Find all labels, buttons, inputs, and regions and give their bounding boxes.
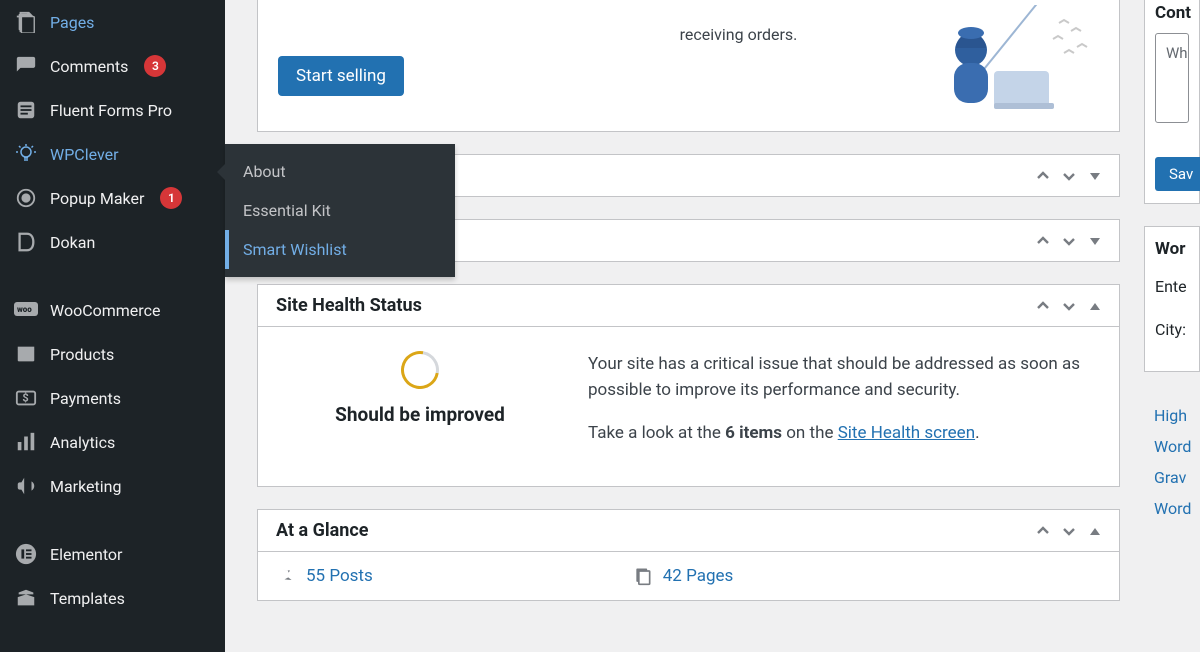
submenu-smart-wishlist[interactable]: Smart Wishlist <box>225 230 455 269</box>
form-icon <box>14 98 38 122</box>
templates-icon <box>14 586 38 610</box>
sidebar-item-analytics[interactable]: Analytics <box>0 420 225 464</box>
bulb-icon <box>14 142 38 166</box>
svg-text:$: $ <box>22 392 28 405</box>
sidebar-item-wpclever[interactable]: WPClever <box>0 132 225 176</box>
rhs-card1-title: Cont <box>1155 3 1189 23</box>
panel-down-icon[interactable] <box>1059 166 1079 186</box>
sidebar-item-label: WooCommerce <box>50 301 160 320</box>
hero-panel: receiving orders. Start selling <box>257 0 1120 132</box>
site-health-panel: Site Health Status Should be improved Yo… <box>257 284 1120 487</box>
site-health-status: Should be improved <box>280 403 560 426</box>
rhs-card1-input[interactable]: Wh <box>1155 33 1189 123</box>
panel-up-icon[interactable] <box>1033 521 1053 541</box>
panel-down-icon[interactable] <box>1059 231 1079 251</box>
panel-down-icon[interactable] <box>1059 521 1079 541</box>
rhs-link-3[interactable]: Grav <box>1154 468 1190 487</box>
rhs-link-1[interactable]: High <box>1154 406 1190 425</box>
panel-up-icon[interactable] <box>1033 296 1053 316</box>
at-a-glance-title: At a Glance <box>276 520 368 541</box>
hero-tail-text: receiving orders. <box>278 25 899 44</box>
payments-icon: $ <box>14 386 38 410</box>
sidebar-item-popupmaker[interactable]: Popup Maker 1 <box>0 176 225 220</box>
sidebar-item-label: Products <box>50 345 114 364</box>
submenu-essential-kit[interactable]: Essential Kit <box>225 191 455 230</box>
site-health-link[interactable]: Site Health screen <box>838 423 975 443</box>
main-content: receiving orders. Start selling <box>225 0 1144 652</box>
sidebar-item-label: Fluent Forms Pro <box>50 101 172 120</box>
sidebar-item-label: Elementor <box>50 545 122 564</box>
sidebar-item-templates[interactable]: Templates <box>0 576 225 620</box>
marketing-icon <box>14 474 38 498</box>
pin-icon <box>276 566 296 586</box>
panel-toggle-icon[interactable] <box>1085 521 1105 541</box>
rhs-link-2[interactable]: Word <box>1154 437 1190 456</box>
dokan-icon <box>14 230 38 254</box>
rhs-card1-save[interactable]: Sav <box>1155 157 1200 191</box>
site-health-msg2: Take a look at the 6 items on the Site H… <box>588 420 1097 446</box>
rhs-card2-title: Wor <box>1155 239 1189 259</box>
admin-sidebar: Pages Comments 3 Fluent Forms Pro WPClev… <box>0 0 225 652</box>
rhs-card-1: Cont Wh Sav <box>1144 0 1200 204</box>
glance-pages-count: 42 Pages <box>663 566 734 586</box>
sidebar-item-label: WPClever <box>50 145 119 164</box>
start-selling-button[interactable]: Start selling <box>278 56 404 96</box>
pages-stack-icon <box>633 566 653 586</box>
rhs-card-2: Wor Ente City: <box>1144 226 1200 372</box>
svg-text:woo: woo <box>17 305 32 314</box>
sidebar-item-label: Comments <box>50 57 128 76</box>
hero-illustration <box>899 5 1099 115</box>
site-health-msg1: Your site has a critical issue that shou… <box>588 351 1097 404</box>
panel-up-icon[interactable] <box>1033 231 1053 251</box>
sidebar-item-label: Marketing <box>50 477 121 496</box>
panel-toggle-icon[interactable] <box>1085 231 1105 251</box>
glance-pages[interactable]: 42 Pages <box>633 566 734 586</box>
sidebar-item-label: Templates <box>50 589 125 608</box>
panel-toggle-icon[interactable] <box>1085 166 1105 186</box>
woo-icon: woo <box>14 298 38 322</box>
sidebar-item-payments[interactable]: $ Payments <box>0 376 225 420</box>
health-ring-icon <box>394 344 447 397</box>
sidebar-item-marketing[interactable]: Marketing <box>0 464 225 508</box>
sidebar-item-products[interactable]: Products <box>0 332 225 376</box>
comment-icon <box>14 54 38 78</box>
sidebar-item-label: Pages <box>50 13 94 32</box>
sidebar-item-dokan[interactable]: Dokan <box>0 220 225 264</box>
popup-badge: 1 <box>160 187 182 209</box>
rhs-card-3: High Word Grav Word <box>1144 394 1200 542</box>
sidebar-item-comments[interactable]: Comments 3 <box>0 44 225 88</box>
sidebar-item-label: Payments <box>50 389 121 408</box>
popup-icon <box>14 186 38 210</box>
sidebar-item-label: Popup Maker <box>50 189 144 208</box>
elementor-icon <box>14 542 38 566</box>
panel-toggle-icon[interactable] <box>1085 296 1105 316</box>
wpclever-submenu: About Essential Kit Smart Wishlist <box>225 144 455 277</box>
rhs-card2-label1: Ente <box>1155 277 1189 296</box>
rhs-card2-label2: City: <box>1155 320 1189 339</box>
comments-badge: 3 <box>144 55 166 77</box>
sidebar-item-pages[interactable]: Pages <box>0 0 225 44</box>
sidebar-item-fluentforms[interactable]: Fluent Forms Pro <box>0 88 225 132</box>
panel-up-icon[interactable] <box>1033 166 1053 186</box>
analytics-icon <box>14 430 38 454</box>
sidebar-item-label: Dokan <box>50 233 95 252</box>
products-icon <box>14 342 38 366</box>
sidebar-item-label: Analytics <box>50 433 115 452</box>
pages-icon <box>14 10 38 34</box>
panel-down-icon[interactable] <box>1059 296 1079 316</box>
glance-posts[interactable]: 55 Posts <box>276 566 373 586</box>
rhs-link-4[interactable]: Word <box>1154 499 1190 518</box>
at-a-glance-panel: At a Glance 55 Posts 42 Pages <box>257 509 1120 601</box>
glance-posts-count: 55 Posts <box>306 566 373 586</box>
submenu-about[interactable]: About <box>225 152 455 191</box>
sidebar-item-woocommerce[interactable]: woo WooCommerce <box>0 288 225 332</box>
site-health-title: Site Health Status <box>276 295 422 316</box>
sidebar-item-elementor[interactable]: Elementor <box>0 532 225 576</box>
right-column: Cont Wh Sav Wor Ente City: High Word Gra… <box>1144 0 1200 652</box>
